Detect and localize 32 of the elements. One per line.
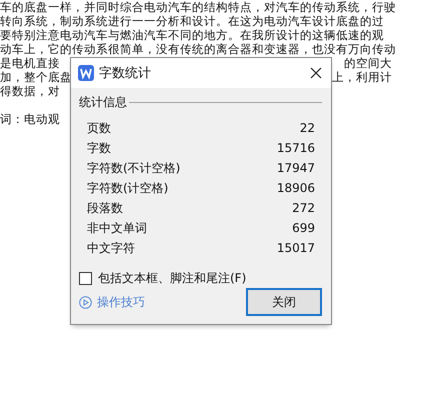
play-circle-icon — [79, 296, 92, 308]
section-label: 统计信息 — [79, 94, 127, 111]
stat-label: 字符数(不计空格) — [87, 160, 180, 176]
document-text: 的空间大 — [344, 56, 392, 70]
document-text: 得数据，对 — [0, 84, 60, 98]
stat-label: 中文字符 — [87, 240, 135, 256]
document-text: 车的底盘一样，并同时综合电动汽车的结构特点，对汽车的传动系统，行驶 — [0, 0, 396, 14]
stat-value: 699 — [292, 221, 315, 235]
stat-label: 非中文单词 — [87, 220, 147, 236]
stat-label: 页数 — [87, 120, 111, 136]
document-text: 上，利用计 — [332, 70, 392, 84]
stat-value: 15716 — [276, 141, 315, 155]
stat-value: 22 — [300, 121, 315, 135]
document-text: 动车上，它的传动系很简单，没有传统的离合器和变速器，也没有万向传动 — [0, 42, 396, 56]
stat-value: 15017 — [276, 241, 315, 255]
document-text: 加，整个底盘 — [0, 70, 72, 84]
document-text: 转向系统，制动系统进行一一分析和设计。在这为电动汽车设计底盘的过 — [0, 14, 384, 28]
stat-label: 段落数 — [87, 200, 123, 216]
document-text: 词：电动观 — [0, 112, 60, 126]
stat-value: 18906 — [276, 181, 315, 195]
tips-link[interactable]: 操作技巧 — [97, 294, 145, 310]
document-text: 要特别注意电动汽车与燃油汽车不同的地方。在我所设计的这辆低速的观 — [0, 28, 384, 42]
stat-label: 字符数(计空格) — [87, 180, 168, 196]
checkbox[interactable] — [79, 272, 92, 285]
close-button[interactable]: 关闭 — [246, 288, 322, 316]
stat-value: 272 — [292, 201, 315, 215]
window-title: 字数统计 — [99, 65, 152, 82]
stat-value: 17947 — [276, 161, 315, 175]
app-logo-icon — [78, 65, 94, 81]
document-text: 是电机直接 — [0, 56, 60, 70]
stat-label: 字数 — [87, 140, 111, 156]
checkbox-label: 包括文本框、脚注和尾注(F) — [98, 270, 246, 287]
